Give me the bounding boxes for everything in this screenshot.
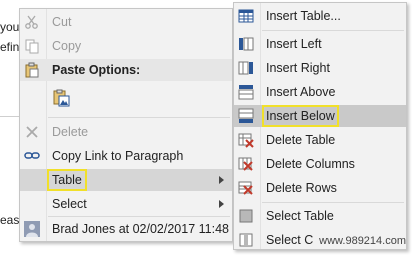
menu-item-label: Copy Link to Paragraph [52,149,184,163]
delete-x-icon [24,124,40,140]
menu-item-label: Select C [266,233,314,247]
menu-separator [262,30,404,31]
menu-item-copy[interactable]: Copy [20,35,232,57]
menu-item-cut[interactable]: Cut [20,11,232,33]
submenu-item-insert-right[interactable]: Insert Right [234,57,406,79]
watermark-text: www.989214.com [319,235,406,247]
delete-columns-icon [238,156,254,172]
delete-rows-icon [238,180,254,196]
insert-below-icon [238,108,254,124]
menu-item-comment-author[interactable]: Brad Jones at 02/02/2017 11:48 [20,218,232,240]
menu-item-label: Delete Table [266,133,336,147]
submenu-item-delete-columns[interactable]: Delete Columns [234,153,406,175]
insert-left-icon [238,36,254,52]
menu-separator [262,202,404,203]
table-submenu: Insert Table... Insert Left Insert Right… [233,2,407,250]
copy-icon [24,38,40,54]
submenu-item-delete-rows[interactable]: Delete Rows [234,177,406,199]
menu-separator [48,117,230,118]
user-icon [24,221,40,237]
select-table-icon [238,208,254,224]
document-text-line: eas [0,213,20,227]
menu-item-copy-link[interactable]: Copy Link to Paragraph [20,145,232,167]
menu-item-label: Delete [52,125,89,139]
menu-separator [48,216,230,217]
chevron-right-icon [219,176,224,184]
menu-item-label: Insert Left [266,37,322,51]
insert-table-icon [238,8,254,24]
clipboard-icon [24,62,40,78]
menu-item-label: Delete Columns [266,157,355,171]
paste-picture-icon [52,89,70,107]
submenu-item-select-table[interactable]: Select Table [234,205,406,227]
menu-item-label: Insert Above [266,85,336,99]
insert-right-icon [238,60,254,76]
menu-item-label: Brad Jones at 02/02/2017 11:48 [52,222,229,236]
paste-picture-option[interactable] [20,83,232,113]
submenu-item-insert-left[interactable]: Insert Left [234,33,406,55]
context-menu: Cut Copy Paste Options: Delete Copy Link… [19,8,233,242]
menu-item-label: Insert Right [266,61,330,75]
menu-item-label: Paste Options: [52,63,141,77]
menu-item-label: Select Table [266,209,334,223]
select-column-icon [238,232,254,248]
link-icon [24,148,40,164]
submenu-item-insert-below[interactable]: Insert Below [234,105,406,127]
menu-item-label: Insert Below [262,105,339,127]
menu-item-label: Delete Rows [266,181,337,195]
menu-item-label: Insert Table... [266,9,341,23]
paste-options-header: Paste Options: [20,59,232,81]
menu-item-label: Table [47,169,87,191]
submenu-item-insert-table[interactable]: Insert Table... [234,5,406,27]
submenu-item-insert-above[interactable]: Insert Above [234,81,406,103]
submenu-item-delete-table[interactable]: Delete Table [234,129,406,151]
menu-item-label: Cut [52,15,72,29]
delete-table-icon [238,132,254,148]
menu-item-label: Copy [52,39,82,53]
document-text-line: you [0,20,20,34]
chevron-right-icon [219,200,224,208]
scissors-icon [24,14,40,30]
menu-item-label: Select [52,197,87,211]
menu-item-select[interactable]: Select [20,193,232,215]
menu-item-delete[interactable]: Delete [20,121,232,143]
insert-above-icon [238,84,254,100]
document-text-line: efin [0,40,20,54]
menu-item-table[interactable]: Table [20,169,232,191]
